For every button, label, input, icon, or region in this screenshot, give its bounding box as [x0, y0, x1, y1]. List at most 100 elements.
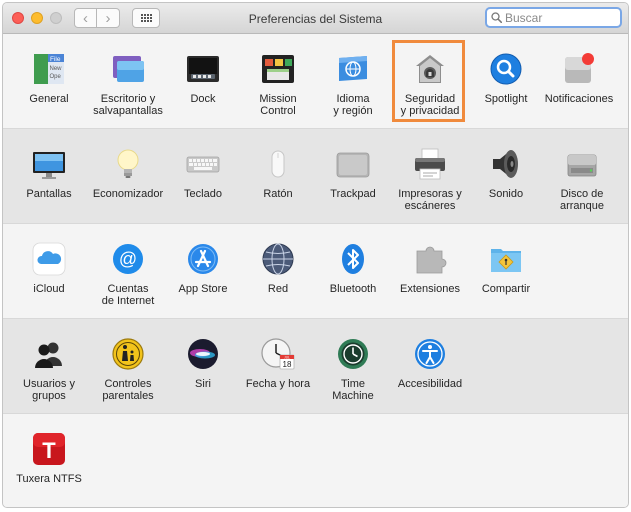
- pane-label: Tuxera NTFS: [16, 473, 82, 485]
- pane-label: Impresoras y escáneres: [398, 188, 462, 212]
- pane-startup-disk[interactable]: Disco de arranque: [544, 129, 620, 224]
- sharing-folder-icon: [489, 242, 523, 276]
- pane-sound[interactable]: Sonido: [468, 129, 544, 224]
- svg-text:18: 18: [283, 360, 292, 369]
- speaker-icon: [489, 147, 523, 181]
- pane-app-store[interactable]: App Store: [165, 224, 241, 319]
- pane-label: Compartir: [481, 283, 531, 295]
- icloud-icon: [32, 242, 66, 276]
- pane-label: Accesibilidad: [397, 378, 463, 390]
- pane-displays[interactable]: Pantallas: [11, 129, 87, 224]
- keyboard-icon: [186, 147, 220, 181]
- pane-extensions[interactable]: Extensiones: [392, 224, 468, 319]
- pane-label: Economizador: [92, 188, 164, 200]
- spotlight-icon: [489, 52, 523, 86]
- pane-label: Spotlight: [484, 93, 528, 105]
- pane-general[interactable]: File New Ope General: [11, 34, 87, 129]
- pane-label: Dock: [190, 93, 216, 105]
- general-icon: File New Ope: [32, 52, 66, 86]
- pane-siri[interactable]: Siri: [165, 319, 241, 414]
- pane-label: Fecha y hora: [245, 378, 311, 390]
- pane-internet-accounts[interactable]: @ Cuentas de Internet: [90, 224, 166, 319]
- pane-label: Sonido: [488, 188, 524, 200]
- internet-accounts-icon: @: [111, 242, 145, 276]
- pane-label: Teclado: [184, 188, 222, 200]
- mouse-icon: [261, 147, 295, 181]
- printer-icon: [413, 147, 447, 181]
- svg-text:@: @: [119, 249, 137, 269]
- selected-pane-highlight: [392, 40, 465, 122]
- mission-control-icon: [261, 52, 295, 86]
- pane-label: Ratón: [263, 188, 293, 200]
- title-bar: ‹ › Preferencias del Sistema: [3, 3, 628, 34]
- svg-text:T: T: [42, 438, 56, 463]
- pane-bluetooth[interactable]: Bluetooth: [315, 224, 391, 319]
- pane-desktop-screensaver[interactable]: Escritorio y salvapantallas: [90, 34, 166, 129]
- pane-keyboard[interactable]: Teclado: [165, 129, 241, 224]
- pane-label: Trackpad: [330, 188, 376, 200]
- pane-label: iCloud: [33, 283, 65, 295]
- language-region-icon: [336, 52, 370, 86]
- system-preferences-window: ‹ › Preferencias del Sistema Buscar File…: [2, 2, 629, 508]
- pane-date-time[interactable]: JUL 18 Fecha y hora: [240, 319, 316, 414]
- svg-text:JUL: JUL: [284, 355, 290, 359]
- bluetooth-icon: [336, 242, 370, 276]
- displays-icon: [32, 147, 66, 181]
- pane-spotlight[interactable]: Spotlight: [468, 34, 544, 129]
- pane-label: Bluetooth: [329, 283, 377, 295]
- accessibility-icon: [413, 337, 447, 371]
- pane-label: Usuarios y grupos: [23, 378, 75, 402]
- network-globe-icon: [261, 242, 295, 276]
- pane-parental-controls[interactable]: Controles parentales: [90, 319, 166, 414]
- pane-tuxera-ntfs[interactable]: T Tuxera NTFS: [11, 414, 87, 507]
- search-icon: [491, 12, 502, 23]
- pane-label: Time Machine: [332, 378, 374, 402]
- pane-label: Mission Control: [259, 93, 297, 117]
- pane-accessibility[interactable]: Accesibilidad: [392, 319, 468, 414]
- preferences-row-other: T Tuxera NTFS: [3, 414, 628, 507]
- pane-energy-saver[interactable]: Economizador: [90, 129, 166, 224]
- pane-label: Red: [267, 283, 289, 295]
- pane-label: Cuentas de Internet: [101, 283, 155, 307]
- tuxera-ntfs-icon: T: [32, 432, 66, 466]
- pane-label: App Store: [178, 283, 228, 295]
- search-field[interactable]: [485, 7, 622, 28]
- pane-mission-control[interactable]: Mission Control: [240, 34, 316, 129]
- pane-mouse[interactable]: Ratón: [240, 129, 316, 224]
- parental-controls-icon: [111, 337, 145, 371]
- pane-sharing[interactable]: Compartir: [468, 224, 544, 319]
- pane-language-region[interactable]: Idioma y región: [315, 34, 391, 129]
- pane-notifications[interactable]: Notificaciones: [541, 34, 617, 129]
- pane-label: Idioma y región: [333, 93, 373, 117]
- date-time-icon: JUL 18: [261, 337, 295, 371]
- pane-label: Controles parentales: [102, 378, 154, 402]
- svg-text:New: New: [50, 66, 63, 72]
- pane-icloud[interactable]: iCloud: [11, 224, 87, 319]
- energy-saver-icon: [111, 147, 145, 181]
- pane-printers-scanners[interactable]: Impresoras y escáneres: [392, 129, 468, 224]
- pane-users-groups[interactable]: Usuarios y grupos: [11, 319, 87, 414]
- preferences-row-system: Usuarios y grupos Controles parentales S…: [3, 319, 628, 414]
- preferences-row-personal: File New Ope General Escritorio y salvap…: [3, 34, 628, 129]
- users-groups-icon: [32, 337, 66, 371]
- siri-icon: [186, 337, 220, 371]
- preferences-row-internet: iCloud @ Cuentas de Internet App Store R…: [3, 224, 628, 319]
- pane-label: Notificaciones: [544, 93, 614, 105]
- pane-time-machine[interactable]: Time Machine: [315, 319, 391, 414]
- pane-label: Siri: [195, 378, 211, 390]
- pane-label: Extensiones: [400, 283, 460, 295]
- pane-label: Disco de arranque: [559, 188, 605, 212]
- search-input[interactable]: [505, 9, 615, 26]
- pane-label: Pantallas: [26, 188, 72, 200]
- svg-text:Ope: Ope: [50, 74, 62, 80]
- app-store-icon: [186, 242, 220, 276]
- svg-text:File: File: [50, 56, 61, 63]
- preferences-row-hardware: Pantallas Economizador Teclado Ratón Tra…: [3, 129, 628, 224]
- dock-icon: [186, 52, 220, 86]
- notifications-icon: [562, 52, 596, 86]
- pane-dock[interactable]: Dock: [165, 34, 241, 129]
- startup-disk-icon: [565, 147, 599, 181]
- pane-trackpad[interactable]: Trackpad: [315, 129, 391, 224]
- desktop-screensaver-icon: [111, 52, 145, 86]
- pane-network[interactable]: Red: [240, 224, 316, 319]
